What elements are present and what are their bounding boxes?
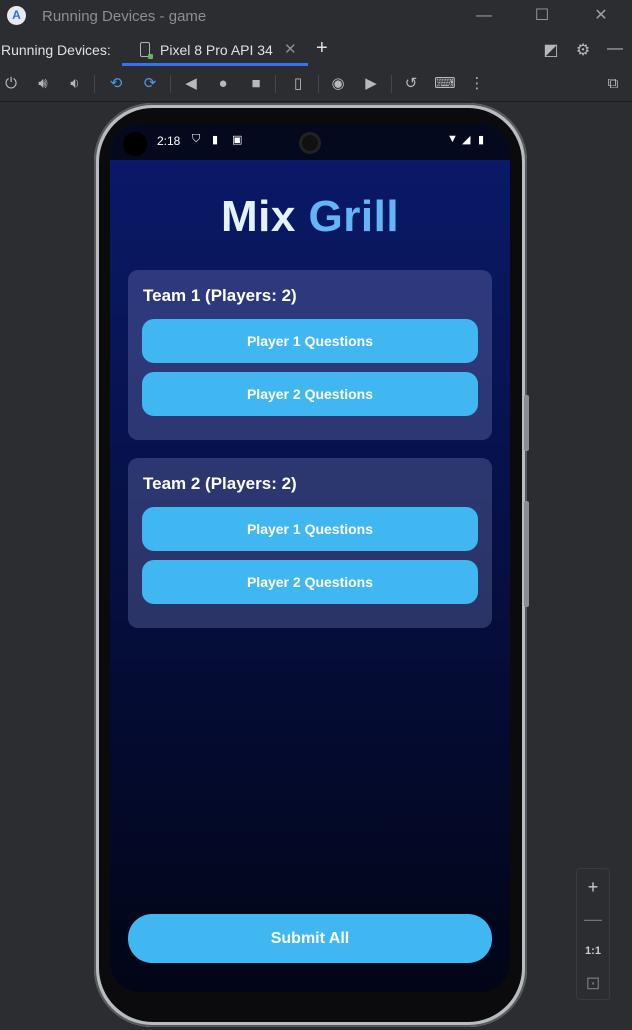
layout-toggle-icon[interactable]: ◩ <box>540 40 562 60</box>
power-icon[interactable]: ⏻ <box>0 74 22 94</box>
overview-icon[interactable]: ■ <box>245 74 267 94</box>
hide-panel-icon[interactable]: — <box>604 40 626 58</box>
fit-screen-button[interactable]: ⊡ <box>577 967 609 999</box>
ide-title-bar: A Running Devices - game — ☐ ✕ <box>0 0 632 33</box>
window-title: Running Devices - game <box>42 8 207 25</box>
toolbar-divider <box>94 75 95 93</box>
close-window-button[interactable]: ✕ <box>587 4 615 28</box>
phone-device-icon <box>140 42 153 59</box>
volume-down-icon[interactable]: 🔉︎ <box>64 74 86 94</box>
phone-power-button <box>524 395 529 451</box>
phone-volume-rocker <box>524 501 529 607</box>
zoom-in-button[interactable]: + <box>577 871 609 903</box>
team-title: Team 2 (Players: 2) <box>143 474 297 493</box>
emulator-toolbar: ⏻ 🔊︎ 🔉︎ ⟲ ⟳ ◀ ● ■ ▯ ◉ ▶ ↺ ⌨ ⋮ ⧉ <box>0 66 632 102</box>
status-time: 2:18 <box>157 134 181 148</box>
player-questions-button[interactable]: Player 1 Questions <box>142 507 478 551</box>
team-card: Team 2 (Players: 2) Player 1 Questions P… <box>128 458 492 628</box>
app-title-part2: Grill <box>308 192 400 241</box>
rotate-left-icon[interactable]: ⟲ <box>105 74 127 94</box>
actual-size-button[interactable]: 1:1 <box>577 935 609 967</box>
screenshot-icon[interactable]: ◉ <box>327 74 349 94</box>
add-device-button[interactable]: + <box>316 37 328 60</box>
camera-cutout <box>123 132 147 156</box>
volume-up-icon[interactable]: 🔊︎ <box>32 74 54 94</box>
sd-card-icon: ▮ <box>212 134 219 146</box>
status-bar: 2:18 ⛉ ▮ ▣ ▼ ◢ ▮ <box>110 124 510 160</box>
device-frame-icon[interactable]: ▯ <box>287 74 309 94</box>
toolbar-divider <box>275 75 276 93</box>
running-devices-label: Running Devices: <box>1 42 111 58</box>
tab-pixel-8-pro[interactable]: Pixel 8 Pro API 34 ✕ <box>122 33 308 66</box>
player-questions-button[interactable]: Player 2 Questions <box>142 560 478 604</box>
device-screen[interactable]: 2:18 ⛉ ▮ ▣ ▼ ◢ ▮ Mix Grill Team 1 (Playe… <box>110 124 510 992</box>
home-icon[interactable]: ● <box>212 74 234 94</box>
shield-icon: ⛉ <box>192 133 201 145</box>
toolbar-divider <box>318 75 319 93</box>
player-questions-button[interactable]: Player 1 Questions <box>142 319 478 363</box>
rotate-right-icon[interactable]: ⟳ <box>139 74 161 94</box>
running-devices-tabbar: Running Devices: Pixel 8 Pro API 34 ✕ + … <box>0 33 632 66</box>
minimize-button[interactable]: — <box>470 4 498 28</box>
team-title: Team 1 (Players: 2) <box>143 286 297 305</box>
battery-icon: ▮ <box>478 134 485 146</box>
wifi-icon: ▼ <box>447 133 458 145</box>
keyboard-icon[interactable]: ⌨ <box>434 74 456 94</box>
reset-icon[interactable]: ↺ <box>400 74 422 94</box>
app-title-part1: Mix <box>220 192 296 241</box>
signal-icon: ◢ <box>462 134 471 146</box>
zoom-out-button[interactable]: — <box>577 903 609 935</box>
front-camera-icon <box>299 132 321 154</box>
inspect-icon[interactable]: ⧉ <box>602 74 624 94</box>
notification-a-icon: ▣ <box>232 134 243 146</box>
zoom-controls: + — 1:1 ⊡ <box>576 868 610 1000</box>
more-icon[interactable]: ⋮ <box>466 74 488 94</box>
back-icon[interactable]: ◀ <box>180 74 202 94</box>
submit-all-button[interactable]: Submit All <box>128 914 492 963</box>
team-card: Team 1 (Players: 2) Player 1 Questions P… <box>128 270 492 440</box>
gear-icon[interactable]: ⚙ <box>572 40 594 60</box>
close-tab-icon[interactable]: ✕ <box>284 40 297 58</box>
device-tab-label: Pixel 8 Pro API 34 <box>160 42 273 58</box>
screen-record-icon[interactable]: ▶ <box>360 74 382 94</box>
toolbar-divider <box>391 75 392 93</box>
toolbar-divider <box>170 75 171 93</box>
player-questions-button[interactable]: Player 2 Questions <box>142 372 478 416</box>
android-studio-logo-icon: A <box>7 6 26 25</box>
app-title: Mix Grill <box>110 192 510 242</box>
maximize-button[interactable]: ☐ <box>528 4 556 28</box>
